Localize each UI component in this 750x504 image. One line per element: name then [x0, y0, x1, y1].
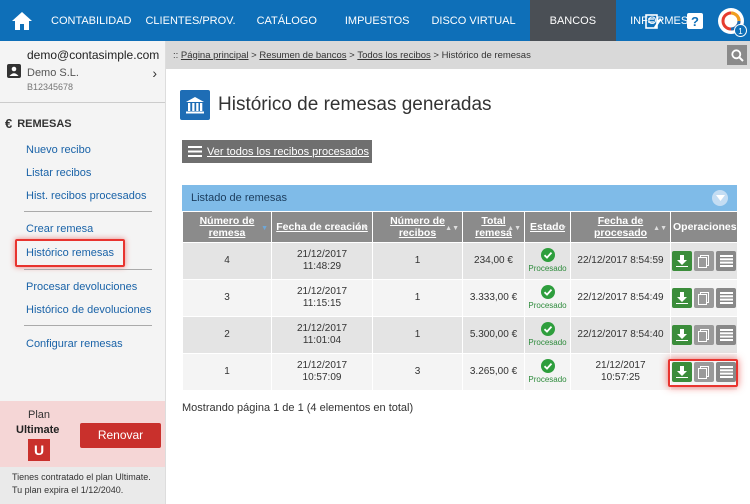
- svg-text:?: ?: [691, 14, 699, 29]
- document-button[interactable]: [694, 251, 714, 271]
- renew-button[interactable]: Renovar: [80, 423, 161, 448]
- list-button[interactable]: [716, 325, 736, 345]
- col-header-estado[interactable]: Estado ▲▼: [524, 211, 571, 243]
- check-circle-icon: [540, 247, 555, 262]
- list-icon: [719, 292, 733, 304]
- sidebar-item-crear-remesa[interactable]: Crear remesa: [26, 223, 93, 235]
- download-icon: [676, 255, 688, 267]
- sidebar: demo@contasimple.com Demo S.L. B12345678…: [0, 41, 166, 504]
- table-row: 4 21/12/2017 11:48:29 1 234,00 € Procesad…: [182, 242, 738, 280]
- euro-icon: €: [5, 116, 13, 131]
- download-button[interactable]: [672, 288, 692, 308]
- view-all-receipts-button[interactable]: Ver todos los recibos procesados: [182, 140, 372, 163]
- plan-label: Plan: [28, 409, 51, 421]
- help-button[interactable]: ?: [678, 0, 712, 41]
- table-row: 1 21/12/2017 10:57:09 3 3.265,00 € Proces…: [182, 353, 738, 391]
- table-row: 3 21/12/2017 11:15:15 1 3.333,00 € Proces…: [182, 279, 738, 317]
- panel-title: Listado de remesas: [191, 192, 287, 204]
- check-circle-icon: [540, 358, 555, 373]
- search-icon: [730, 48, 744, 62]
- nav-contabilidad[interactable]: CONTABILIDAD: [44, 0, 138, 41]
- pager-text: Mostrando página 1 de 1 (4 elementos en …: [182, 402, 414, 414]
- sidebar-item-nuevo-recibo[interactable]: Nuevo recibo: [26, 144, 91, 156]
- breadcrumb-all-receipts[interactable]: Todos los recibos: [357, 50, 430, 61]
- plan-box: Plan Ultimate U Renovar Tienes contratad…: [0, 401, 165, 504]
- chevron-right-icon: ›: [152, 65, 157, 81]
- section-title-remesas: € REMESAS: [5, 116, 72, 131]
- top-navbar: CONTABILIDAD CLIENTES/PROV. CATÁLOGO IMP…: [0, 0, 750, 41]
- plan-badge: U: [28, 439, 50, 461]
- list-icon: [719, 255, 733, 267]
- id-card-icon: [7, 64, 21, 78]
- nav-bancos[interactable]: BANCOS: [529, 0, 617, 41]
- user-avatar[interactable]: 1: [718, 7, 747, 37]
- download-icon: [676, 292, 688, 304]
- document-icon: [698, 254, 709, 268]
- sidebar-item-configurar-remesas[interactable]: Configurar remesas: [26, 338, 123, 350]
- breadcrumb-prefix: ::: [173, 49, 179, 61]
- panel-header: Listado de remesas: [182, 185, 737, 211]
- col-header-fecha-creacion[interactable]: Fecha de creación ▲▼: [271, 211, 373, 243]
- nav-impuestos[interactable]: IMPUESTOS: [331, 0, 424, 41]
- document-icon: [698, 328, 709, 342]
- nav-clientes[interactable]: CLIENTES/PROV.: [138, 0, 242, 41]
- col-header-numero-remesa[interactable]: Número de remesa ▼: [182, 211, 272, 243]
- page-title: Histórico de remesas generadas: [218, 94, 492, 115]
- account-company: Demo S.L.: [27, 67, 79, 79]
- sidebar-divider: [24, 269, 152, 270]
- menu-icon: [188, 146, 202, 157]
- plan-note: Tienes contratado el plan Ultimate. Tu p…: [0, 467, 165, 504]
- document-button[interactable]: [694, 288, 714, 308]
- document-icon: [698, 291, 709, 305]
- col-header-numero-recibos[interactable]: Número de recibos ▲▼: [372, 211, 463, 243]
- list-button[interactable]: [716, 288, 736, 308]
- help-icon: ?: [687, 12, 703, 29]
- collapse-button[interactable]: [712, 190, 728, 206]
- download-button[interactable]: [672, 251, 692, 271]
- remesas-table: Número de remesa ▼ Fecha de creación ▲▼ Nú…: [182, 211, 738, 391]
- sidebar-divider: [24, 211, 152, 212]
- status-badge: Procesado: [528, 247, 567, 275]
- chevron-down-icon: [715, 195, 725, 201]
- download-button[interactable]: [672, 325, 692, 345]
- table-row: 2 21/12/2017 11:01:04 1 5.300,00 € Proces…: [182, 316, 738, 354]
- breadcrumb-bank-summary[interactable]: Resumen de bancos: [259, 50, 346, 61]
- sidebar-item-procesar-devoluciones[interactable]: Procesar devoluciones: [26, 281, 137, 293]
- list-button[interactable]: [716, 251, 736, 271]
- clipboard-edit-icon: [645, 13, 662, 29]
- account-email: demo@contasimple.com: [27, 48, 160, 62]
- document-button[interactable]: [694, 325, 714, 345]
- download-icon: [676, 329, 688, 341]
- breadcrumb: :: Página principal > Resumen de bancos …: [166, 41, 750, 69]
- status-badge: Procesado: [528, 321, 567, 349]
- operations-highlight: [668, 359, 738, 387]
- breadcrumb-home[interactable]: Página principal: [181, 50, 249, 61]
- account-tax-id: B12345678: [27, 82, 74, 92]
- check-circle-icon: [540, 284, 555, 299]
- sidebar-item-listar-recibos[interactable]: Listar recibos: [26, 167, 91, 179]
- sidebar-item-hist-recibos-procesados[interactable]: Hist. recibos procesados: [26, 190, 146, 202]
- tasks-button[interactable]: [636, 0, 670, 41]
- plan-name: Ultimate: [16, 424, 60, 436]
- bank-icon: [180, 90, 210, 120]
- sidebar-item-historico-remesas[interactable]: Histórico remesas: [26, 247, 114, 259]
- nav-catalogo[interactable]: CATÁLOGO: [243, 0, 331, 41]
- page-header: Histórico de remesas generadas: [180, 90, 492, 120]
- list-icon: [719, 329, 733, 341]
- notification-badge: 1: [734, 23, 747, 37]
- status-badge: Procesado: [528, 358, 567, 386]
- sidebar-divider: [24, 325, 152, 326]
- search-button[interactable]: [727, 45, 747, 65]
- home-icon: [12, 11, 32, 30]
- status-badge: Procesado: [528, 284, 567, 312]
- home-button[interactable]: [0, 0, 44, 41]
- check-circle-icon: [540, 321, 555, 336]
- col-header-total-remesa[interactable]: Total remesa ▲▼: [462, 211, 525, 243]
- breadcrumb-current: Histórico de remesas: [441, 49, 531, 61]
- nav-disco-virtual[interactable]: DISCO VIRTUAL: [423, 0, 523, 41]
- col-header-operaciones: Operaciones: [670, 211, 738, 243]
- account-selector[interactable]: demo@contasimple.com Demo S.L. B12345678…: [0, 41, 165, 103]
- col-header-fecha-procesado[interactable]: Fecha de procesado ▲▼: [570, 211, 671, 243]
- sidebar-item-historico-devoluciones[interactable]: Histórico de devoluciones: [26, 304, 151, 316]
